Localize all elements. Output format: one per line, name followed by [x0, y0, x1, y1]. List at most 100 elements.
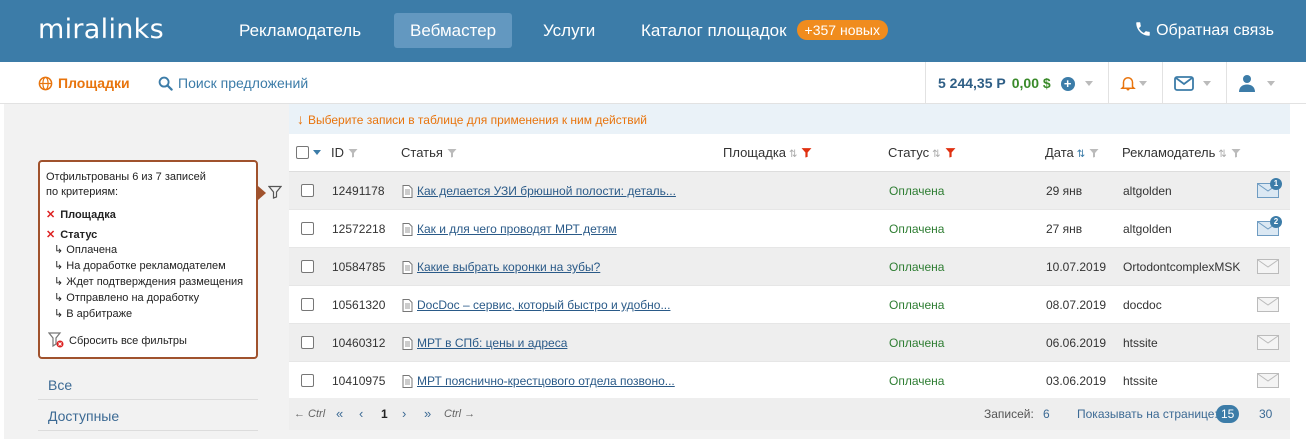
reset-filters-link[interactable]: Сбросить все фильтры	[47, 332, 187, 349]
document-icon	[402, 261, 413, 274]
article-link[interactable]: Какие выбрать коронки на зубы?	[417, 260, 600, 274]
balance-rub: 5 244,35 Р	[938, 75, 1006, 91]
checkbox[interactable]	[301, 260, 314, 273]
row-checkbox[interactable]	[301, 172, 314, 210]
balance-block[interactable]: 5 244,35 Р 0,00 $ +	[925, 62, 1108, 104]
article-link[interactable]: DocDoc – сервис, который быстро и удобно…	[417, 298, 670, 312]
row-checkbox[interactable]	[301, 248, 314, 286]
filter-active-icon[interactable]	[801, 147, 812, 158]
document-icon	[402, 223, 413, 236]
checkbox[interactable]	[301, 184, 314, 197]
table-row[interactable]: 10561320 DocDoc – сервис, который быстро …	[289, 286, 1290, 324]
column-advertiser[interactable]: Рекламодатель ⇅	[1122, 134, 1241, 172]
per-page-option-15[interactable]: 15	[1216, 398, 1240, 430]
table-row[interactable]: 12491178 Как делается УЗИ брюшной полости…	[289, 172, 1290, 210]
checkbox[interactable]	[301, 336, 314, 349]
nav-webmaster[interactable]: Вебмастер	[394, 13, 513, 48]
nav-services[interactable]: Услуги	[527, 13, 611, 48]
table-row[interactable]: 10584785 Какие выбрать коронки на зубы? Оп…	[289, 248, 1290, 286]
per-page-option-30[interactable]: 30	[1259, 398, 1272, 430]
current-page[interactable]: 1	[381, 398, 388, 430]
sort-icon[interactable]: ⇅	[932, 149, 940, 160]
arrow-down-icon: ↓	[297, 111, 304, 127]
article-cell: Как делается УЗИ брюшной полости: деталь…	[402, 172, 676, 210]
article-link[interactable]: Как и для чего проводят МРТ детям	[417, 222, 617, 236]
message-button[interactable]	[1257, 335, 1279, 353]
message-button[interactable]	[1257, 259, 1279, 277]
sort-icon[interactable]: ⇅	[1218, 149, 1226, 160]
pagination-bar: ← Ctrl « ‹ 1 › » Ctrl → Записей: 6 Показ…	[289, 398, 1290, 430]
message-button[interactable]	[1257, 297, 1279, 315]
article-link[interactable]: МРТ в СПб: цены и адреса	[417, 336, 567, 350]
table-row[interactable]: 10410975 МРТ пояснично-крестцового отдела…	[289, 362, 1290, 400]
order-id: 12572218	[332, 222, 386, 236]
filter-icon[interactable]	[348, 148, 358, 158]
sort-icon[interactable]: ⇅	[789, 149, 797, 160]
last-page-button[interactable]: »	[424, 398, 431, 430]
article-link[interactable]: Как делается УЗИ брюшной полости: деталь…	[417, 184, 676, 198]
envelope-icon	[1257, 297, 1279, 312]
row-checkbox[interactable]	[301, 362, 314, 400]
balance-usd: 0,00 $	[1011, 75, 1051, 91]
order-id: 10410975	[332, 374, 386, 388]
search-icon	[158, 76, 173, 91]
filter-icon[interactable]	[447, 148, 457, 158]
nav-catalog-label: Каталог площадок	[641, 21, 787, 40]
table-row[interactable]: 10460312 МРТ в СПб: цены и адреса Оплачена…	[289, 324, 1290, 362]
remove-filter-icon[interactable]: ✕	[46, 209, 55, 221]
messages-button[interactable]	[1162, 62, 1226, 104]
checkbox[interactable]	[301, 374, 314, 387]
row-checkbox[interactable]	[301, 210, 314, 248]
sites-link[interactable]: Площадки	[38, 62, 130, 104]
user-menu-button[interactable]	[1226, 62, 1290, 104]
column-id[interactable]: ID	[331, 134, 358, 172]
chevron-down-icon	[1267, 81, 1275, 86]
column-status[interactable]: Статус ⇅	[888, 134, 956, 172]
select-all-checkbox[interactable]	[296, 134, 321, 172]
logo[interactable]: miralinks	[38, 14, 164, 45]
new-sites-badge: +357 новых	[796, 20, 888, 40]
filter-summary-line: Отфильтрованы 6 из 7 записей	[46, 171, 206, 183]
column-date[interactable]: Дата ⇅	[1045, 134, 1099, 172]
advertiser-cell: htssite	[1123, 374, 1158, 388]
chevron-down-icon	[1139, 81, 1147, 86]
checkbox[interactable]	[301, 222, 314, 235]
checkbox[interactable]	[301, 298, 314, 311]
nav-advertiser[interactable]: Рекламодатель	[223, 13, 377, 48]
status-cell: Оплачена	[889, 184, 945, 198]
filter-criterion-status: ✕ Статус	[46, 229, 98, 241]
sort-icon[interactable]: ⇅	[1077, 149, 1085, 160]
sidebar-item-available[interactable]: Доступные	[38, 401, 258, 431]
next-page-button[interactable]: ›	[402, 398, 406, 430]
status-cell: Оплачена	[889, 374, 945, 388]
row-checkbox[interactable]	[301, 324, 314, 362]
table-row[interactable]: 12572218 Как и для чего проводят МРТ детя…	[289, 210, 1290, 248]
search-offers-link[interactable]: Поиск предложений	[158, 62, 308, 104]
funnel-icon	[268, 185, 282, 199]
checkbox[interactable]	[296, 146, 309, 159]
filter-icon[interactable]	[1089, 148, 1099, 158]
message-button[interactable]: 1	[1257, 178, 1282, 201]
filter-active-icon[interactable]	[945, 147, 956, 158]
article-link[interactable]: МРТ пояснично-крестцового отдела позвоно…	[417, 374, 675, 388]
order-id: 10460312	[332, 336, 386, 350]
filter-icon[interactable]	[1231, 148, 1241, 158]
prev-page-button[interactable]: ‹	[359, 398, 363, 430]
status-cell: Оплачена	[889, 336, 945, 350]
feedback-link[interactable]: Обратная связь	[1134, 13, 1274, 48]
column-site[interactable]: Площадка ⇅	[723, 134, 812, 172]
chevron-down-icon[interactable]	[313, 150, 321, 155]
nav-catalog[interactable]: Каталог площадок +357 новых	[625, 13, 904, 48]
remove-filter-icon[interactable]: ✕	[46, 229, 55, 241]
message-button[interactable]	[1257, 373, 1279, 391]
filter-value: ↳ На доработке рекламодателем	[54, 260, 226, 272]
add-funds-icon[interactable]: +	[1060, 77, 1075, 91]
notifications-button[interactable]	[1108, 62, 1162, 104]
row-checkbox[interactable]	[301, 286, 314, 324]
article-cell: МРТ в СПб: цены и адреса	[402, 324, 567, 362]
advertiser-cell: htssite	[1123, 336, 1158, 350]
column-article[interactable]: Статья	[401, 134, 457, 172]
sidebar-item-all[interactable]: Все	[38, 370, 258, 400]
message-button[interactable]: 2	[1257, 216, 1282, 239]
first-page-button[interactable]: «	[336, 398, 343, 430]
